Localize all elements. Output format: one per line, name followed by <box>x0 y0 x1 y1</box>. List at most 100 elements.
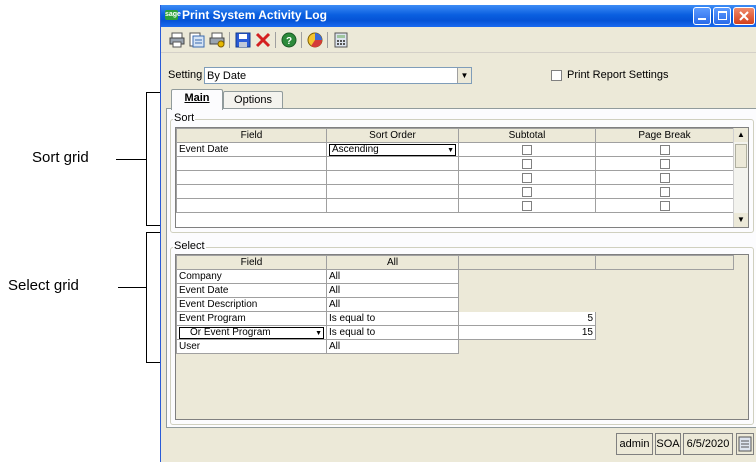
sort-order-cell[interactable] <box>326 170 459 185</box>
sort-field-cell[interactable]: Event Date <box>176 142 327 157</box>
scroll-down-icon[interactable]: ▼ <box>734 213 748 227</box>
table-row[interactable]: User All <box>176 339 734 354</box>
status-calculator-button[interactable] <box>736 433 754 455</box>
subtotal-checkbox[interactable] <box>522 145 532 155</box>
chevron-down-icon[interactable]: ▼ <box>457 68 471 83</box>
select-op-cell[interactable]: Is equal to <box>326 311 459 326</box>
sort-order-cell[interactable]: Ascending ▼ <box>326 142 459 157</box>
toolbar-separator <box>301 32 302 48</box>
sort-grid-header-row: Field Sort Order Subtotal Page Break <box>176 128 734 143</box>
select-grid-header-row: Field All <box>176 255 734 270</box>
subtotal-cell[interactable] <box>458 184 596 199</box>
app-window: sage Print System Activity Log ? Setting… <box>160 5 756 462</box>
print-icon[interactable] <box>169 32 185 48</box>
page-break-cell[interactable] <box>595 142 734 157</box>
subtotal-checkbox[interactable] <box>522 173 532 183</box>
sort-col-subtotal[interactable]: Subtotal <box>458 128 596 143</box>
subtotal-checkbox[interactable] <box>522 201 532 211</box>
table-row[interactable]: Event Description All <box>176 297 734 312</box>
table-row[interactable]: Or Event Program ▼ Is equal to 15 <box>176 325 734 340</box>
save-icon[interactable] <box>235 32 251 48</box>
select-field-cell[interactable]: Or Event Program ▼ <box>176 325 327 340</box>
scrollbar-thumb[interactable] <box>735 144 747 168</box>
sort-order-cell[interactable] <box>326 184 459 199</box>
subtotal-cell[interactable] <box>458 142 596 157</box>
select-field-cell[interactable]: Event Description <box>176 297 327 312</box>
sort-col-field[interactable]: Field <box>176 128 327 143</box>
subtotal-checkbox[interactable] <box>522 187 532 197</box>
sort-grid-scrollbar[interactable]: ▲ ▼ <box>733 128 748 227</box>
page-break-cell[interactable] <box>595 170 734 185</box>
table-row[interactable] <box>176 184 734 199</box>
select-op-cell[interactable]: All <box>326 339 459 354</box>
select-grid[interactable]: Field All Company All Event Date All Eve… <box>175 254 749 420</box>
sort-field-cell[interactable] <box>176 156 327 171</box>
select-field-cell[interactable]: User <box>176 339 327 354</box>
select-op-cell[interactable]: All <box>326 297 459 312</box>
sort-col-sort-order[interactable]: Sort Order <box>326 128 459 143</box>
select-col-all[interactable]: All <box>326 255 459 270</box>
page-break-cell[interactable] <box>595 184 734 199</box>
table-row[interactable]: Company All <box>176 269 734 284</box>
sort-grid-bracket <box>146 92 147 225</box>
page-break-cell[interactable] <box>595 156 734 171</box>
select-col-field[interactable]: Field <box>176 255 327 270</box>
sort-field-cell[interactable] <box>176 184 327 199</box>
sort-order-cell[interactable] <box>326 156 459 171</box>
delete-icon[interactable] <box>255 32 271 48</box>
table-row[interactable] <box>176 170 734 185</box>
table-row[interactable] <box>176 198 734 213</box>
close-icon <box>739 11 749 21</box>
toolbar-separator <box>327 32 328 48</box>
select-field-cell[interactable]: Event Date <box>176 283 327 298</box>
table-row[interactable]: Event Program Is equal to 5 <box>176 311 734 326</box>
minimize-button[interactable] <box>693 7 711 25</box>
chevron-down-icon[interactable]: ▼ <box>315 329 322 339</box>
table-row[interactable]: Event Date Ascending ▼ <box>176 142 734 157</box>
sort-order-cell[interactable] <box>326 198 459 213</box>
sort-col-page-break[interactable]: Page Break <box>595 128 734 143</box>
page-break-checkbox[interactable] <box>659 145 670 155</box>
setting-select[interactable]: By Date ▼ <box>204 67 472 84</box>
print-preview-icon[interactable] <box>189 32 205 48</box>
subtotal-checkbox[interactable] <box>522 159 532 169</box>
select-empty-cell <box>595 339 734 354</box>
table-row[interactable] <box>176 156 734 171</box>
subtotal-cell[interactable] <box>458 156 596 171</box>
select-value-cell[interactable]: 15 <box>458 325 596 340</box>
subtotal-cell[interactable] <box>458 198 596 213</box>
title-bar[interactable]: sage Print System Activity Log <box>161 5 756 27</box>
select-op-cell[interactable]: All <box>326 283 459 298</box>
sort-field-cell[interactable] <box>176 198 327 213</box>
chevron-down-icon[interactable]: ▼ <box>447 146 454 156</box>
page-break-checkbox[interactable] <box>659 201 670 211</box>
select-field-cell[interactable]: Company <box>176 269 327 284</box>
page-break-cell[interactable] <box>595 198 734 213</box>
print-report-settings-checkbox[interactable] <box>551 70 562 81</box>
status-date: 6/5/2020 <box>683 433 733 455</box>
calculator-icon[interactable] <box>333 32 349 48</box>
sort-field-cell[interactable] <box>176 170 327 185</box>
select-field-dropdown[interactable]: Or Event Program ▼ <box>179 326 324 339</box>
close-button[interactable] <box>733 7 755 25</box>
help-icon[interactable]: ? <box>281 32 297 48</box>
chart-icon[interactable] <box>307 32 323 48</box>
tab-main[interactable]: Main <box>171 89 223 110</box>
select-value-cell[interactable]: 5 <box>458 311 596 326</box>
select-field-cell[interactable]: Event Program <box>176 311 327 326</box>
sort-grid[interactable]: Field Sort Order Subtotal Page Break Eve… <box>175 127 749 228</box>
select-op-cell[interactable]: All <box>326 269 459 284</box>
maximize-button[interactable] <box>713 7 731 25</box>
table-row[interactable]: Event Date All <box>176 283 734 298</box>
scroll-up-icon[interactable]: ▲ <box>734 128 748 142</box>
status-user: admin <box>616 433 653 455</box>
select-op-cell[interactable]: Is equal to <box>326 325 459 340</box>
page-break-checkbox[interactable] <box>659 173 670 183</box>
printer-setup-icon[interactable] <box>209 32 225 48</box>
status-bar: admin SOA 6/5/2020 <box>161 431 756 462</box>
page-break-checkbox[interactable] <box>659 187 670 197</box>
sort-group-label: Sort <box>173 112 196 124</box>
subtotal-cell[interactable] <box>458 170 596 185</box>
sort-order-select[interactable]: Ascending ▼ <box>329 143 456 156</box>
page-break-checkbox[interactable] <box>659 159 670 169</box>
